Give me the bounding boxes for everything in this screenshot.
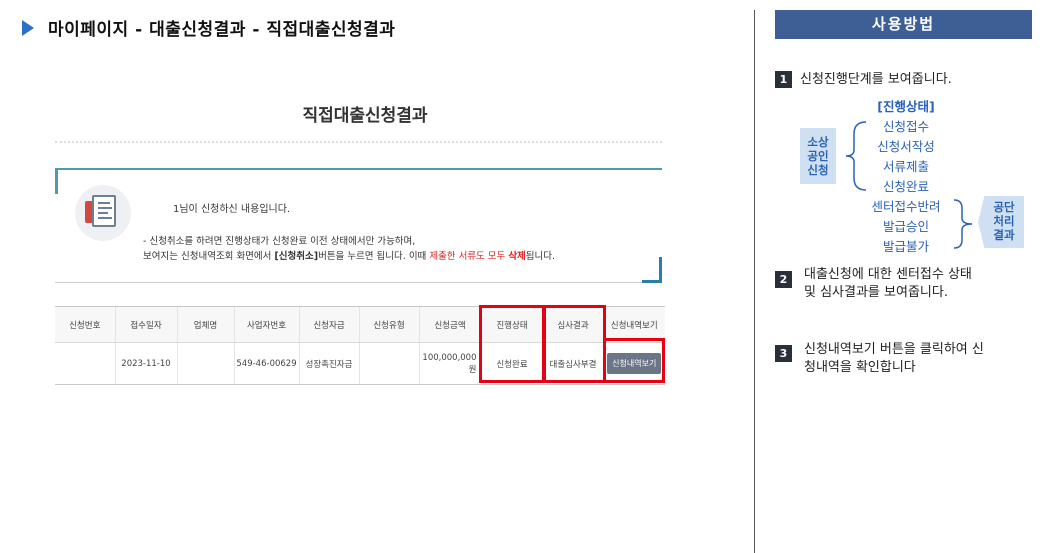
- result-screenshot: 직접대출신청결과 1님이 신청하신 내용입니다. - 신청취소를 하려면 진행상…: [55, 86, 680, 471]
- cell-amount: 100,000,000 원: [418, 342, 481, 385]
- stage-item: 발급불가: [882, 239, 929, 254]
- step-number-2: 2: [775, 271, 792, 288]
- step-3-line-1: 신청내역보기 버튼을 클릭하여 신: [804, 342, 984, 357]
- highlight-review-column: [543, 305, 606, 383]
- col-header: 신청유형: [358, 306, 419, 343]
- stage-item: 서류제출: [882, 159, 929, 174]
- triangle-bullet-icon: [22, 19, 34, 36]
- info-box: 1님이 신청하신 내용입니다. - 신청취소를 하려면 진행상태가 신청완료 이…: [55, 168, 662, 283]
- step-number-1: 1: [775, 71, 792, 88]
- highlight-view-button: [603, 338, 665, 383]
- info-notice-2: 보여지는 신청내역조회 화면에서 [신청취소]버튼을 누르면 됩니다. 이때 제…: [143, 251, 556, 262]
- page-title: 직접대출신청결과: [302, 106, 428, 126]
- cell-fund: 성장촉진자금: [298, 342, 359, 385]
- col-header: 신청번호: [55, 306, 115, 343]
- breadcrumb-text: 마이페이지 - 대출신청결과 - 직접대출신청결과: [48, 20, 396, 40]
- stage-item: 발급승인: [882, 219, 929, 234]
- info-notice-1: - 신청취소를 하려면 진행상태가 신청완료 이전 상태에서만 가능하며,: [143, 236, 416, 247]
- stage-header: [진행상태]: [877, 99, 935, 114]
- col-header: 사업자번호: [233, 306, 299, 343]
- col-header: 업체명: [176, 306, 234, 343]
- usage-title: 사용방법: [775, 10, 1032, 39]
- stage-item: 신청접수: [882, 119, 929, 134]
- document-icon: [75, 185, 131, 241]
- step-1-text: 신청진행단계를 보여줍니다.: [800, 72, 952, 87]
- highlight-status-column: [479, 305, 545, 383]
- col-header: 신청금액: [418, 306, 481, 343]
- small-business-badge: 소상 공인 신청: [800, 128, 836, 184]
- col-header: 신청자금: [298, 306, 359, 343]
- step-2-line-2: 및 심사결과를 보여줍니다.: [804, 285, 948, 300]
- stage-item: 신청완료: [882, 179, 929, 194]
- stage-item: 신청서작성: [877, 139, 935, 154]
- cell-date: 2023-11-10: [114, 342, 177, 385]
- step-2-line-1: 대출신청에 대한 센터접수 상태: [804, 267, 972, 282]
- cell-app-no: [55, 342, 115, 385]
- stage-item: 센터접수반려: [871, 199, 941, 214]
- step-number-3: 3: [775, 345, 792, 362]
- cell-company: [176, 342, 234, 385]
- dotted-divider: [55, 141, 662, 143]
- agency-result-badge: 공단 처리 결과: [978, 196, 1024, 248]
- col-header: 접수일자: [114, 306, 177, 343]
- breadcrumb: 마이페이지 - 대출신청결과 - 직접대출신청결과: [22, 15, 395, 40]
- cell-type: [358, 342, 419, 385]
- step-3-line-2: 청내역을 확인합니다: [804, 360, 916, 375]
- info-intro: 1님이 신청하신 내용입니다.: [173, 204, 291, 215]
- cell-biz-no: 549-46-00629: [233, 342, 299, 385]
- right-brace-icon: [953, 199, 973, 249]
- panel-divider: [754, 10, 755, 553]
